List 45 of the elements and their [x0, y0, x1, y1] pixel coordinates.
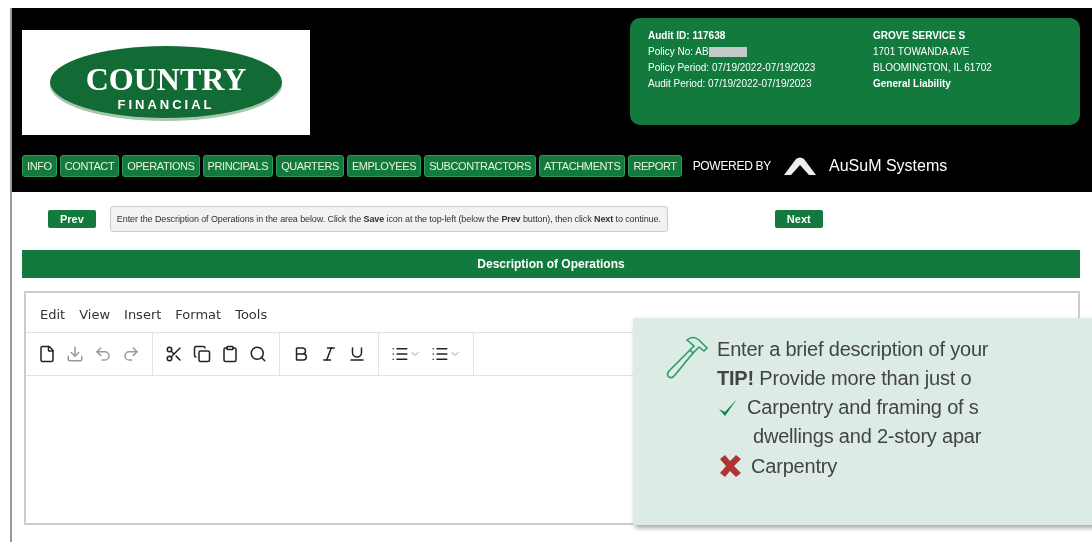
tip-text: Carpentry	[751, 454, 837, 478]
nav-tab[interactable]: CONTACT	[59, 155, 120, 177]
company-info-text: 1701 TOWANDA AVE	[873, 46, 971, 57]
nav-tab[interactable]: ATTACHMENTS	[538, 155, 626, 177]
tip-text: Carpentry and framing of s	[747, 396, 979, 419]
nav-tab[interactable]: SUBCONTRACTORS	[424, 155, 536, 177]
tip-text: TIP! Provide more than just o	[717, 367, 972, 390]
audit-info-text: Audit Period: 07/19/2022-07/19/2023	[648, 78, 813, 89]
bulleted-list-icon[interactable]	[391, 345, 421, 363]
menu-item[interactable]: Tools	[235, 307, 268, 322]
italic-icon[interactable]	[320, 345, 338, 363]
audit-info-text: Policy Period: 07/19/2022-07/19/2023	[648, 62, 817, 73]
company-info-text: BLOOMINGTON, IL 61702	[873, 62, 993, 73]
clipboard-icon[interactable]	[221, 345, 239, 363]
tip-text: Enter a brief description of your	[717, 338, 989, 361]
company-info-text: GROVE SERVICE S	[873, 30, 967, 41]
nav-tab[interactable]: EMPLOYEES	[346, 155, 422, 177]
audit-info-text: Policy No: AB	[648, 46, 873, 57]
cross-icon	[717, 454, 743, 478]
prev-button[interactable]: Prev	[48, 210, 96, 228]
menu-item[interactable]: Insert	[124, 307, 162, 322]
instruction-text: Enter the Description of Operations in the area below. Click the Save icon at the top-left (below the Prev button), then click Next to continue.	[109, 206, 668, 232]
scissors-icon[interactable]	[165, 345, 183, 363]
copy-icon[interactable]	[193, 345, 211, 363]
next-button[interactable]: Next	[774, 210, 823, 228]
nav-tab[interactable]: QUARTERS	[276, 155, 344, 177]
company-info-text: General Liability	[873, 78, 952, 89]
new-document-icon[interactable]	[38, 345, 56, 363]
menu-item[interactable]: Format	[175, 307, 222, 322]
nav-tab[interactable]: PRINCIPALS	[202, 155, 274, 177]
arch-logo-icon	[782, 156, 818, 176]
nav-tab[interactable]: INFO	[22, 155, 57, 177]
menu-item[interactable]: Edit	[40, 307, 66, 322]
brand-name: AuSuM Systems	[829, 157, 948, 175]
audit-info-text: Audit ID: 117638	[648, 30, 727, 41]
nav-tab[interactable]: REPORT	[628, 155, 682, 177]
nav-tab[interactable]: OPERATIONS	[122, 155, 200, 177]
underline-icon[interactable]	[348, 345, 366, 363]
powered-by-label: POWERED BY	[692, 159, 771, 173]
section-title: Description of Operations	[22, 250, 1080, 278]
redaction-block	[708, 46, 747, 57]
menu-item[interactable]: View	[79, 307, 111, 322]
list-icon[interactable]	[431, 345, 461, 363]
search-icon[interactable]	[249, 345, 267, 363]
tip-text: dwellings and 2-story apar	[753, 425, 982, 448]
